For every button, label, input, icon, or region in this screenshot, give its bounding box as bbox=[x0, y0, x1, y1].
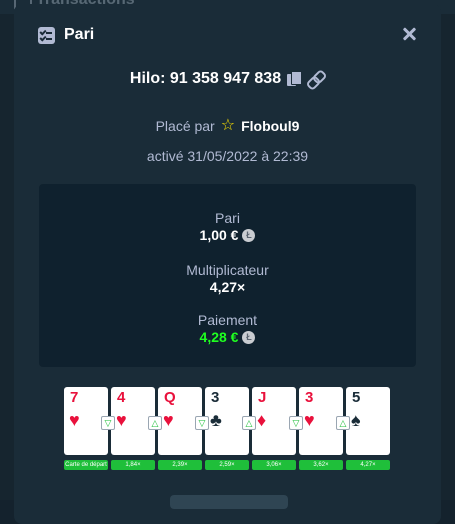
card-multiplier-badge: 3,62× bbox=[299, 460, 343, 470]
card-suit-icon: ♠ bbox=[351, 410, 361, 430]
placed-by-label: Placé par bbox=[155, 118, 215, 134]
multiplier-label: Multiplicateur bbox=[186, 262, 269, 278]
playing-card: 5 ♠ bbox=[346, 387, 390, 455]
cards-row: 7 ♥ Carte de départ 4 ♥ ▽ 1,84× Q ♥ △ 2,39× 3 ♣ ▽ 2,59… bbox=[50, 387, 390, 470]
star-icon: ☆ bbox=[220, 117, 236, 134]
modal-title: Pari bbox=[64, 26, 95, 43]
guess-lower-icon: ▽ bbox=[289, 416, 303, 430]
payout-value: 4,28 € bbox=[199, 329, 239, 345]
litecoin-icon: Ł bbox=[242, 228, 256, 242]
card-suit-icon: ♥ bbox=[163, 410, 174, 430]
card-multiplier-badge: 3,06× bbox=[252, 460, 296, 470]
card-rank: J bbox=[258, 389, 267, 406]
payout-stat: Paiement 4,28 € Ł bbox=[39, 312, 416, 346]
card-multiplier-badge: 1,84× bbox=[111, 460, 155, 470]
payout-value-row: 4,28 € Ł bbox=[39, 328, 416, 346]
copy-icon[interactable] bbox=[287, 71, 303, 87]
modal-header: Pari bbox=[14, 4, 441, 64]
guess-lower-icon: ▽ bbox=[195, 416, 209, 430]
card-rank: 7 bbox=[70, 389, 79, 406]
card-suit-icon: ♥ bbox=[69, 410, 80, 430]
bet-id-row: Hilo: 91 358 947 838 bbox=[14, 67, 441, 92]
card-rank: 3 bbox=[305, 389, 314, 406]
bet-id: Hilo: 91 358 947 838 bbox=[129, 70, 282, 87]
card-suit-icon: ♦ bbox=[257, 410, 267, 430]
guess-lower-icon: ▽ bbox=[101, 416, 115, 430]
card-suit-icon: ♥ bbox=[304, 410, 315, 430]
bet-label: Pari bbox=[215, 210, 240, 226]
checklist-icon bbox=[38, 27, 55, 44]
link-icon[interactable] bbox=[305, 68, 328, 92]
card-multiplier-badge: 2,59× bbox=[205, 460, 249, 470]
litecoin-icon: Ł bbox=[242, 330, 256, 344]
bet-stat: Pari 1,00 € Ł bbox=[39, 210, 416, 244]
guess-higher-icon: △ bbox=[242, 416, 256, 430]
bet-value: 1,00 € bbox=[199, 227, 239, 243]
card-suit-icon: ♥ bbox=[116, 410, 127, 430]
background-left bbox=[0, 14, 14, 500]
close-icon[interactable] bbox=[399, 24, 419, 44]
activated-date: activé 31/05/2022 à 22:39 bbox=[146, 148, 309, 164]
multiplier-stat: Multiplicateur 4,27× bbox=[39, 262, 416, 296]
card-suit-icon: ♣ bbox=[210, 410, 222, 430]
bet-value-row: 1,00 € Ł bbox=[39, 226, 416, 244]
multiplier-value: 4,27× bbox=[209, 279, 246, 295]
guess-higher-icon: △ bbox=[148, 416, 162, 430]
background-right bbox=[441, 14, 455, 500]
bottom-button[interactable] bbox=[170, 495, 288, 509]
guess-higher-icon: △ bbox=[336, 416, 350, 430]
card-multiplier-badge: 2,39× bbox=[158, 460, 202, 470]
placed-by: Placé par ☆ Floboul9 bbox=[14, 117, 441, 135]
stats-panel: Pari 1,00 € Ł Multiplicateur 4,27× Paiem… bbox=[39, 184, 416, 367]
card-rank: 4 bbox=[117, 389, 126, 406]
card-multiplier-badge: Carte de départ bbox=[64, 460, 108, 470]
card-rank: 5 bbox=[352, 389, 361, 406]
card-rank: 3 bbox=[211, 389, 220, 406]
placed-by-user[interactable]: Floboul9 bbox=[241, 118, 299, 134]
card-multiplier-badge: 4,27× bbox=[346, 460, 390, 470]
card-rank: Q bbox=[164, 389, 176, 406]
payout-label: Paiement bbox=[197, 312, 258, 328]
